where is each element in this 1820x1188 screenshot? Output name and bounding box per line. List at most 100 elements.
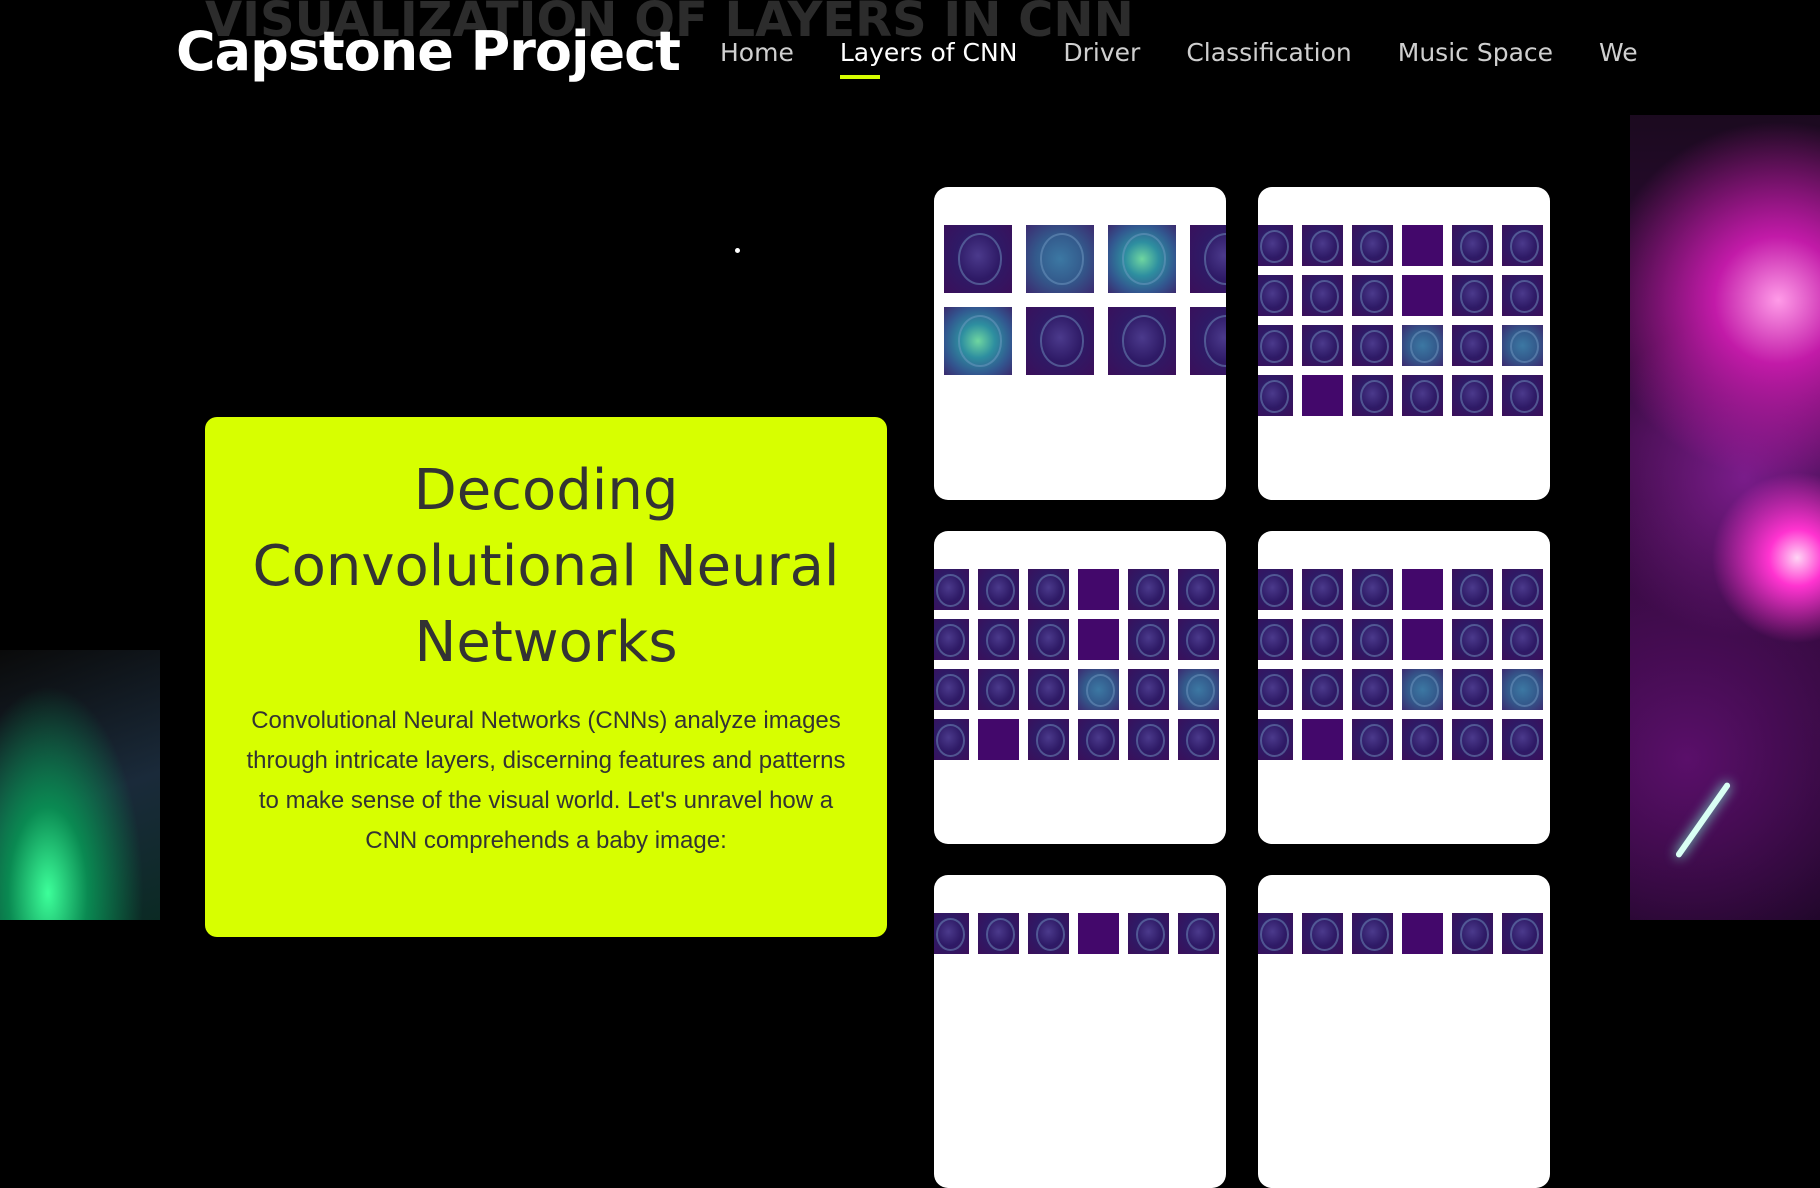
feature-map-thumbnail: [1302, 619, 1343, 660]
nav-home[interactable]: Home: [720, 38, 794, 67]
feature-map-thumbnail: [1402, 913, 1443, 954]
feature-map-thumbnail: [1078, 569, 1119, 610]
feature-map-thumbnail: [1502, 719, 1543, 760]
feature-map-thumbnail: [1302, 669, 1343, 710]
nav-classification[interactable]: Classification: [1186, 38, 1351, 67]
feature-map-thumbnail: [1452, 913, 1493, 954]
feature-map-grid: [1258, 225, 1550, 416]
feature-map-thumbnail: [1502, 275, 1543, 316]
main-nav: Home Layers of CNN Driver Classification…: [720, 38, 1638, 79]
feature-map-thumbnail: [1352, 225, 1393, 266]
feature-map-thumbnail: [1178, 719, 1219, 760]
feature-map-thumbnail: [1258, 913, 1293, 954]
feature-map-thumbnail: [1258, 619, 1293, 660]
background-photo-right: [1630, 115, 1820, 920]
feature-map-thumbnail: [1078, 669, 1119, 710]
feature-map-thumbnail: [1352, 619, 1393, 660]
layer-6-feature-maps: [1258, 875, 1550, 1188]
nav-layers-of-cnn[interactable]: Layers of CNN: [839, 38, 1017, 79]
feature-map-thumbnail: [1402, 619, 1443, 660]
feature-map-thumbnail: [934, 913, 969, 954]
hero-description: Convolutional Neural Networks (CNNs) ana…: [246, 707, 846, 854]
feature-map-thumbnail: [1026, 307, 1094, 375]
nav-driver[interactable]: Driver: [1063, 38, 1140, 67]
nav-we[interactable]: We: [1599, 38, 1638, 67]
feature-map-grid: [934, 569, 1226, 760]
feature-map-thumbnail: [1402, 325, 1443, 366]
feature-map-thumbnail: [1352, 325, 1393, 366]
feature-map-thumbnail: [978, 669, 1019, 710]
feature-map-thumbnail: [1258, 375, 1293, 416]
feature-map-thumbnail: [978, 719, 1019, 760]
nav-music-space[interactable]: Music Space: [1398, 38, 1553, 67]
feature-map-thumbnail: [1502, 225, 1543, 266]
feature-map-thumbnail: [1352, 913, 1393, 954]
feature-map-thumbnail: [1452, 719, 1493, 760]
feature-map-thumbnail: [1078, 719, 1119, 760]
feature-map-thumbnail: [1352, 375, 1393, 416]
feature-map-thumbnail: [1302, 375, 1343, 416]
feature-map-thumbnail: [1258, 325, 1293, 366]
feature-map-thumbnail: [1128, 669, 1169, 710]
hero-title: Decoding Convolutional Neural Networks: [225, 453, 867, 681]
feature-map-thumbnail: [1452, 325, 1493, 366]
feature-map-thumbnail: [1190, 225, 1226, 293]
feature-map-thumbnail: [1178, 569, 1219, 610]
feature-map-thumbnail: [1352, 569, 1393, 610]
layer-1-feature-maps: [934, 187, 1226, 500]
feature-map-thumbnail: [1402, 719, 1443, 760]
layer-5-feature-maps: [934, 875, 1226, 1188]
feature-map-thumbnail: [1502, 669, 1543, 710]
hero-card: Decoding Convolutional Neural Networks C…: [205, 417, 887, 937]
feature-map-thumbnail: [1028, 913, 1069, 954]
feature-map-thumbnail: [1452, 375, 1493, 416]
feature-map-thumbnail: [1258, 669, 1293, 710]
feature-map-thumbnail: [1502, 619, 1543, 660]
feature-map-thumbnail: [1258, 569, 1293, 610]
feature-map-thumbnail: [1352, 275, 1393, 316]
feature-map-grid: [934, 913, 1226, 954]
feature-map-thumbnail: [1258, 225, 1293, 266]
feature-map-thumbnail: [1028, 719, 1069, 760]
feature-map-thumbnail: [1078, 913, 1119, 954]
feature-map-thumbnail: [934, 719, 969, 760]
feature-map-thumbnail: [1302, 325, 1343, 366]
feature-map-thumbnail: [1078, 619, 1119, 660]
feature-map-thumbnail: [1178, 913, 1219, 954]
background-photo-left: [0, 650, 160, 920]
feature-map-thumbnail: [1258, 719, 1293, 760]
layer-4-feature-maps: [1258, 531, 1550, 844]
feature-map-thumbnail: [1302, 225, 1343, 266]
feature-map-thumbnail: [1302, 569, 1343, 610]
feature-map-thumbnail: [1452, 569, 1493, 610]
feature-map-thumbnail: [1128, 619, 1169, 660]
feature-map-thumbnail: [1108, 307, 1176, 375]
feature-map-thumbnail: [978, 569, 1019, 610]
feature-map-thumbnail: [1402, 275, 1443, 316]
feature-map-thumbnail: [1302, 913, 1343, 954]
feature-map-thumbnail: [1452, 669, 1493, 710]
feature-map-thumbnail: [1452, 275, 1493, 316]
feature-map-grid: [1258, 569, 1550, 760]
feature-map-thumbnail: [1026, 225, 1094, 293]
feature-map-thumbnail: [1352, 669, 1393, 710]
feature-map-thumbnail: [1302, 275, 1343, 316]
feature-map-thumbnail: [1502, 913, 1543, 954]
feature-map-grid: [1258, 913, 1550, 954]
feature-map-thumbnail: [1028, 569, 1069, 610]
feature-map-thumbnail: [1128, 569, 1169, 610]
feature-map-thumbnail: [978, 913, 1019, 954]
brand-logo-text[interactable]: Capstone Project: [176, 20, 681, 83]
feature-map-thumbnail: [1108, 225, 1176, 293]
hero-title-line-2: Convolutional Neural: [252, 534, 840, 599]
feature-map-grid: [944, 225, 1226, 375]
feature-map-thumbnail: [1452, 225, 1493, 266]
hero-title-line-3: Networks: [414, 610, 678, 675]
feature-map-thumbnail: [1028, 619, 1069, 660]
feature-map-thumbnail: [1402, 669, 1443, 710]
feature-map-thumbnail: [1258, 275, 1293, 316]
feature-map-thumbnail: [1028, 669, 1069, 710]
hero-title-line-1: Decoding: [413, 458, 679, 523]
feature-map-thumbnail: [1178, 619, 1219, 660]
feature-map-thumbnail: [1128, 719, 1169, 760]
